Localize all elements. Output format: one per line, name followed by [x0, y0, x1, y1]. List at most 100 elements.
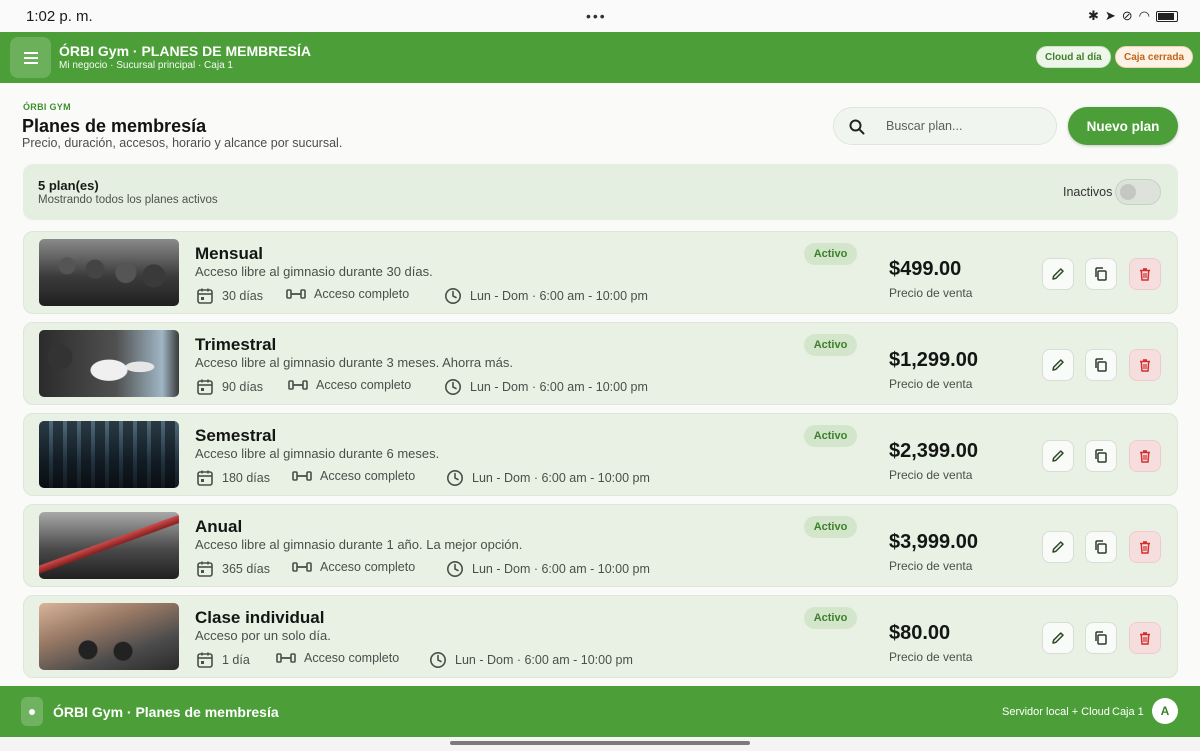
search-input[interactable] [886, 116, 1046, 136]
status-badge: Activo [804, 607, 857, 629]
plan-card[interactable]: Trimestral Acceso libre al gimnasio duran… [23, 322, 1178, 405]
plan-schedule-label: Lun - Dom · 6:00 am - 10:00 pm [470, 380, 648, 394]
plan-access: Acceso completo [288, 378, 411, 392]
copy-icon [1095, 540, 1107, 554]
dot-icon [29, 708, 35, 715]
bottom-menu-button[interactable] [21, 697, 43, 726]
status-badge: Activo [804, 243, 857, 265]
toggle-knob [1120, 184, 1136, 200]
plan-description: Acceso libre al gimnasio durante 6 meses… [195, 446, 440, 461]
search-icon [849, 119, 865, 135]
dumbbell-icon [286, 289, 306, 299]
plan-image [39, 421, 179, 488]
dumbbell-icon [292, 562, 312, 572]
plan-description: Acceso por un solo día. [195, 628, 331, 643]
edit-button[interactable] [1042, 622, 1074, 654]
trash-icon [1140, 450, 1150, 463]
plan-image [39, 512, 179, 579]
plan-access: Acceso completo [292, 469, 415, 483]
duplicate-button[interactable] [1085, 258, 1117, 290]
status-badge: Activo [804, 425, 857, 447]
copy-icon [1095, 267, 1107, 281]
plan-schedule-label: Lun - Dom · 6:00 am - 10:00 pm [455, 653, 633, 667]
delete-button[interactable] [1129, 349, 1161, 381]
delete-button[interactable] [1129, 258, 1161, 290]
plan-schedule: Lun - Dom · 6:00 am - 10:00 pm [446, 469, 650, 487]
plan-access: Acceso completo [276, 651, 399, 665]
menu-button[interactable] [10, 37, 51, 78]
pencil-icon [1052, 450, 1064, 462]
status-badge: Activo [804, 334, 857, 356]
cash-register-status-chip[interactable]: Caja cerrada [1115, 46, 1194, 68]
plan-card[interactable]: Anual Acceso libre al gimnasio durante 1 … [23, 504, 1178, 587]
plan-card[interactable]: Mensual Acceso libre al gimnasio durante … [23, 231, 1178, 314]
pencil-icon [1052, 359, 1064, 371]
calendar-icon [197, 379, 213, 395]
plan-duration-label: 180 días [222, 471, 270, 485]
dumbbell-icon [276, 653, 296, 663]
clock-icon [445, 288, 461, 304]
plan-price: $80.00 [889, 622, 951, 644]
plan-card[interactable]: Clase individual Acceso por un solo día. 1… [23, 595, 1178, 678]
plan-schedule: Lun - Dom · 6:00 am - 10:00 pm [444, 287, 648, 305]
user-avatar[interactable]: A [1152, 698, 1178, 724]
battery-icon [1156, 10, 1178, 22]
price-label: Precio de venta [889, 377, 973, 391]
plan-duration: 30 días [196, 287, 263, 305]
copy-icon [1095, 631, 1107, 645]
trash-icon [1140, 632, 1150, 645]
plan-schedule: Lun - Dom · 6:00 am - 10:00 pm [446, 560, 650, 578]
plan-name: Mensual [195, 244, 264, 263]
plan-name: Clase individual [195, 608, 325, 627]
location-icon: ➤ [1104, 8, 1116, 23]
plan-duration: 90 días [196, 378, 263, 396]
plan-duration: 365 días [196, 560, 270, 578]
pencil-icon [1052, 268, 1064, 280]
edit-button[interactable] [1042, 531, 1074, 563]
duplicate-button[interactable] [1085, 531, 1117, 563]
page-description: Precio, duración, accesos, horario y alc… [22, 136, 343, 150]
duplicate-button[interactable] [1085, 440, 1117, 472]
dnd-icon: ⊘ [1121, 8, 1133, 23]
calendar-icon [197, 561, 213, 577]
plan-price: $2,399.00 [889, 440, 978, 462]
plan-duration-label: 365 días [222, 562, 270, 576]
delete-button[interactable] [1129, 531, 1161, 563]
bluetooth-icon: ✱ [1087, 8, 1099, 23]
clock-time: 1:02 p. m. [26, 7, 93, 25]
plan-access: Acceso completo [292, 560, 415, 574]
cloud-status-chip[interactable]: Cloud al día [1036, 46, 1111, 68]
plan-price: $3,999.00 [889, 531, 978, 553]
delete-button[interactable] [1129, 622, 1161, 654]
duplicate-button[interactable] [1085, 622, 1117, 654]
plan-duration-label: 90 días [222, 380, 264, 394]
plan-name: Trimestral [195, 335, 277, 354]
plan-access: Acceso completo [286, 287, 409, 301]
plan-card[interactable]: Semestral Acceso libre al gimnasio durant… [23, 413, 1178, 496]
gesture-handle[interactable] [450, 741, 750, 745]
plan-description: Acceso libre al gimnasio durante 30 días… [195, 264, 433, 279]
copy-icon [1095, 358, 1107, 372]
menu-icon [23, 51, 38, 64]
inactive-toggle[interactable] [1115, 179, 1161, 205]
search-box[interactable] [833, 107, 1057, 145]
calendar-icon [197, 288, 213, 304]
more-dots-icon[interactable]: ••• [586, 8, 607, 24]
plan-description: Acceso libre al gimnasio durante 1 año. … [195, 537, 523, 552]
edit-button[interactable] [1042, 440, 1074, 472]
duplicate-button[interactable] [1085, 349, 1117, 381]
calendar-icon [197, 470, 213, 486]
plan-price: $499.00 [889, 258, 962, 280]
status-badge: Activo [804, 516, 857, 538]
plan-schedule: Lun - Dom · 6:00 am - 10:00 pm [444, 378, 648, 396]
dumbbell-icon [292, 471, 312, 481]
plan-duration: 1 día [196, 651, 250, 669]
delete-button[interactable] [1129, 440, 1161, 472]
edit-button[interactable] [1042, 258, 1074, 290]
trash-icon [1140, 359, 1150, 372]
new-plan-button[interactable]: Nuevo plan [1068, 107, 1178, 145]
plan-access-label: Acceso completo [316, 378, 412, 392]
plan-description: Acceso libre al gimnasio durante 3 meses… [195, 355, 513, 370]
edit-button[interactable] [1042, 349, 1074, 381]
server-status: Servidor local + Cloud [1002, 706, 1110, 718]
